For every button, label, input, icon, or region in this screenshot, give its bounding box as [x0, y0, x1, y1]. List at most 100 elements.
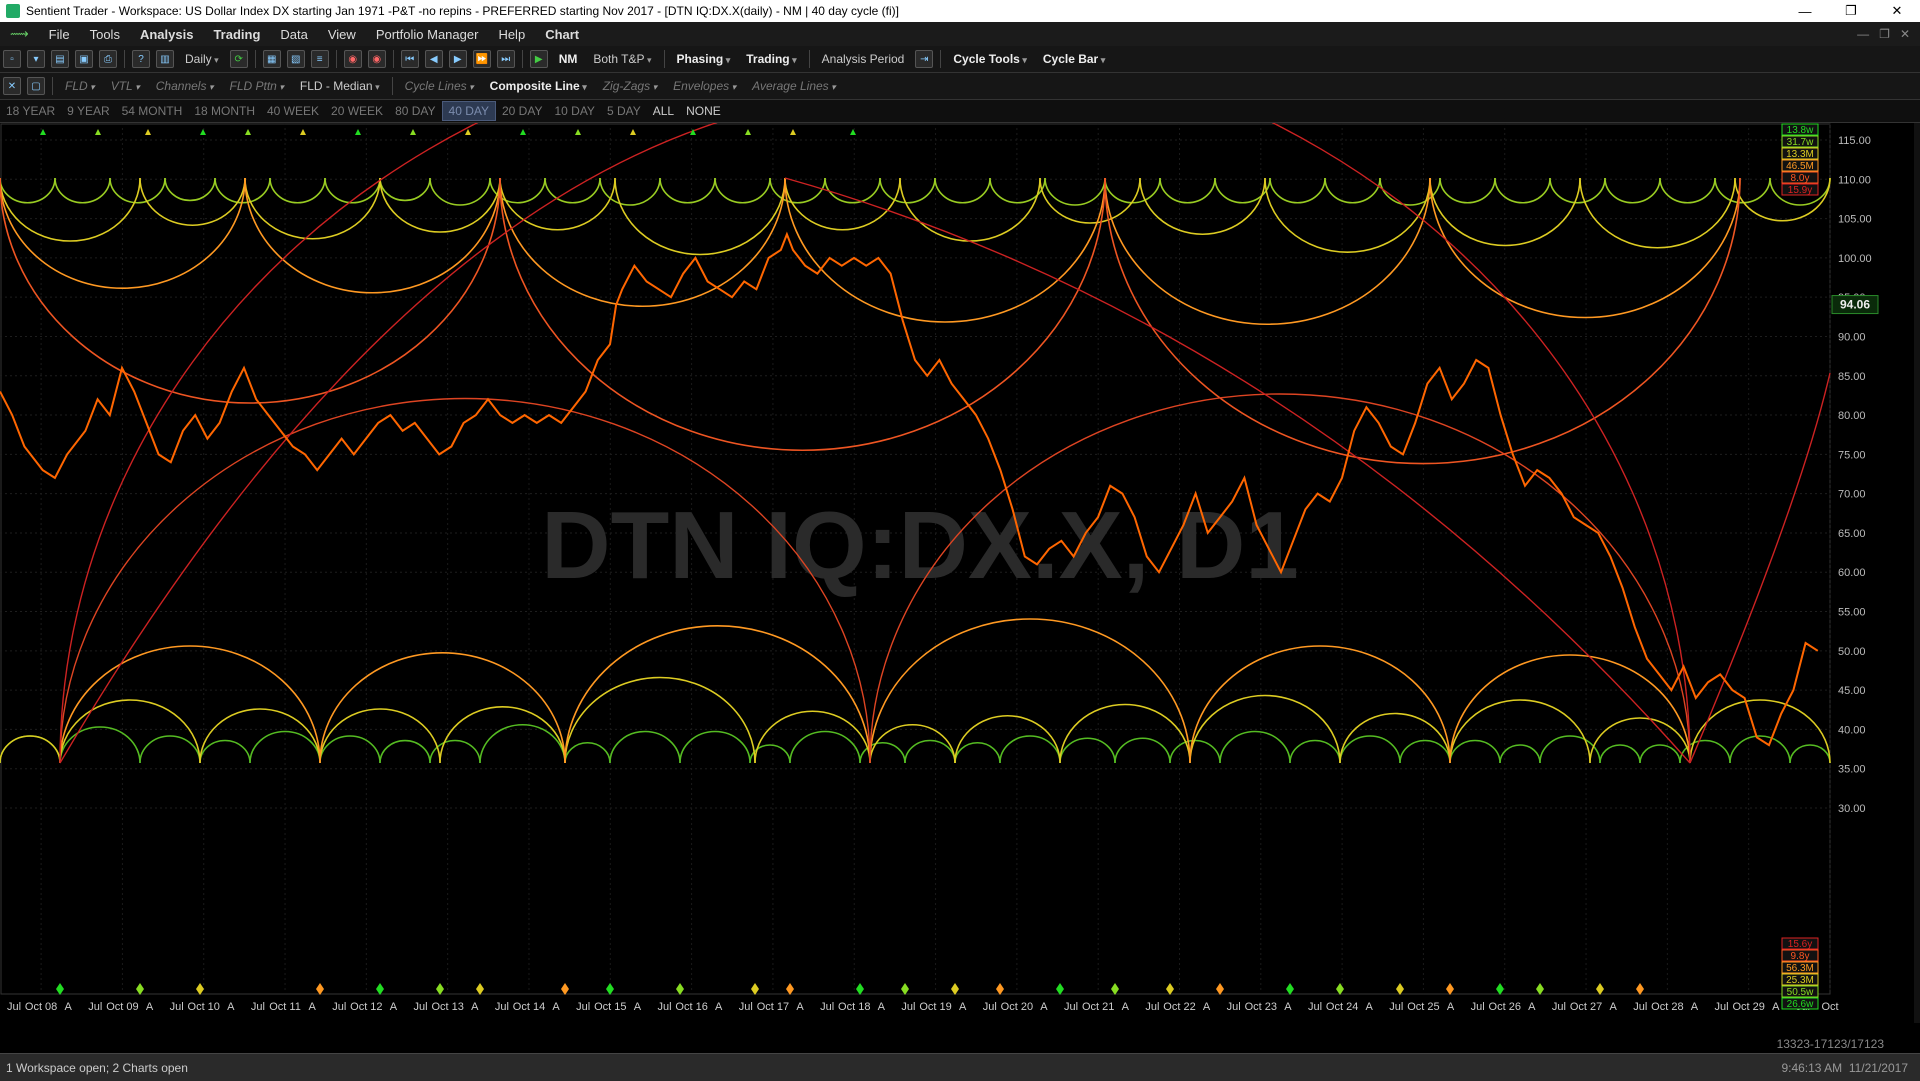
scroll-left-icon[interactable]: ◀	[424, 50, 443, 68]
x-tick-label: Oct 18	[838, 1001, 870, 1013]
trading-dropdown[interactable]: Trading	[738, 52, 804, 66]
new-icon[interactable]: ▫	[3, 50, 21, 68]
period-10-day[interactable]: 10 DAY	[548, 102, 600, 120]
zoom-in-icon[interactable]: ◉	[367, 50, 386, 68]
crosshair-icon[interactable]: ✕	[3, 77, 21, 95]
period-80-day[interactable]: 80 DAY	[389, 102, 441, 120]
x-tick-label: A	[1284, 1001, 1292, 1013]
cycle-bar-dropdown[interactable]: Cycle Bar	[1035, 52, 1113, 66]
y-tick-label: 55.00	[1838, 607, 1866, 619]
status-time: 9:46:13 AM	[1781, 1060, 1843, 1075]
status-date: 11/21/2017	[1848, 1060, 1908, 1075]
separator	[52, 77, 53, 95]
cycle-label-bottom: 25.3M	[1786, 975, 1814, 986]
period-20-day[interactable]: 20 DAY	[496, 102, 548, 120]
bar-chart-icon[interactable]: ▥	[156, 50, 174, 68]
open-folder-icon[interactable]: ▤	[51, 50, 69, 68]
chart-watermark: DTN IQ:DX.X, D1	[541, 492, 1298, 599]
x-tick-label: Oct 20	[1001, 1001, 1033, 1013]
analysis-period-icon[interactable]: ⇥	[915, 50, 934, 68]
cycle-lines-dropdown[interactable]: Cycle Lines	[397, 79, 482, 93]
cycle-label-top: 46.5M	[1786, 161, 1814, 172]
scroll-end-icon[interactable]: ⏭	[496, 50, 515, 68]
period-40-week[interactable]: 40 WEEK	[261, 102, 325, 120]
y-tick-label: 75.00	[1838, 449, 1866, 461]
refresh-icon[interactable]: ⟳	[229, 50, 248, 68]
scroll-start-icon[interactable]: ⏮	[400, 50, 419, 68]
fld-dropdown[interactable]: FLD	[57, 79, 103, 93]
period-18-month[interactable]: 18 MONTH	[188, 102, 261, 120]
x-tick-label: Jul	[1552, 1001, 1566, 1013]
list-icon[interactable]: ≡	[310, 50, 329, 68]
menu-app-icon[interactable]: ⟿	[0, 26, 39, 42]
period-40-day[interactable]: 40 DAY	[441, 101, 496, 121]
y-tick-label: 110.00	[1838, 174, 1871, 186]
separator	[392, 50, 394, 68]
fld-pttn-dropdown[interactable]: FLD Pttn	[221, 79, 291, 93]
average-lines-dropdown[interactable]: Average Lines	[744, 79, 844, 93]
layout-icon[interactable]: ▧	[286, 50, 305, 68]
menu-help[interactable]: Help	[488, 27, 535, 42]
grid-icon[interactable]: ▦	[262, 50, 281, 68]
x-tick-label: Oct 26	[1489, 1001, 1521, 1013]
period-54-month[interactable]: 54 MONTH	[116, 102, 189, 120]
menu-portfolio-manager[interactable]: Portfolio Manager	[366, 27, 489, 42]
mdi-close-button[interactable]: ✕	[1900, 27, 1910, 41]
x-tick-label: A	[1609, 1001, 1617, 1013]
close-button[interactable]: ✕	[1874, 0, 1920, 22]
vertical-scrollbar[interactable]	[1914, 123, 1920, 1023]
period-18-year[interactable]: 18 YEAR	[0, 102, 61, 120]
x-tick-label: Oct	[1821, 1001, 1838, 1013]
zoom-out-icon[interactable]: ◉	[343, 50, 362, 68]
composite-line-dropdown[interactable]: Composite Line	[482, 79, 595, 93]
menu-chart[interactable]: Chart	[535, 27, 589, 42]
save-icon[interactable]: ▣	[75, 50, 93, 68]
x-tick-label: Jul	[739, 1001, 753, 1013]
indicator-toolbar: ✕ ▢ FLD VTL Channels FLD Pttn FLD - Medi…	[0, 73, 1920, 100]
y-tick-label: 100.00	[1838, 253, 1872, 265]
mdi-restore-button[interactable]: ❐	[1879, 27, 1890, 41]
menu-tools[interactable]: Tools	[80, 27, 130, 42]
x-tick-label: Oct 28	[1651, 1001, 1683, 1013]
channels-dropdown[interactable]: Channels	[148, 79, 222, 93]
period-all[interactable]: ALL	[647, 102, 680, 120]
print-icon[interactable]: ⎙	[99, 50, 117, 68]
period-9-year[interactable]: 9 YEAR	[61, 102, 115, 120]
menu-file[interactable]: File	[39, 27, 80, 42]
envelopes-dropdown[interactable]: Envelopes	[665, 79, 744, 93]
menu-view[interactable]: View	[318, 27, 366, 42]
period-20-week[interactable]: 20 WEEK	[325, 102, 389, 120]
vtl-dropdown[interactable]: VTL	[103, 79, 148, 93]
box-icon[interactable]: ▢	[27, 77, 45, 95]
y-tick-label: 35.00	[1838, 764, 1866, 776]
phasing-dropdown[interactable]: Phasing	[669, 52, 739, 66]
menu-trading[interactable]: Trading	[203, 27, 270, 42]
help-icon[interactable]: ?	[132, 50, 150, 68]
menu-data[interactable]: Data	[270, 27, 317, 42]
y-tick-label: 70.00	[1838, 489, 1866, 501]
bar-counter: 13323-17123/17123	[1776, 1037, 1884, 1051]
zig-zags-dropdown[interactable]: Zig-Zags	[595, 79, 665, 93]
scroll-right-fast-icon[interactable]: ⏩	[472, 50, 491, 68]
nm-toggle[interactable]: NM	[551, 52, 586, 66]
play-icon[interactable]: ▶	[529, 50, 548, 68]
period-5-day[interactable]: 5 DAY	[601, 102, 647, 120]
new-dropdown-icon[interactable]: ▾	[27, 50, 45, 68]
y-tick-label: 45.00	[1838, 685, 1866, 697]
maximize-button[interactable]: ❐	[1828, 0, 1874, 22]
cycle-chart[interactable]: 115.00110.00105.00100.0095.0090.0085.008…	[0, 123, 1920, 1023]
menu-analysis[interactable]: Analysis	[130, 27, 203, 42]
x-tick-label: Jul	[1633, 1001, 1647, 1013]
cycle-tools-dropdown[interactable]: Cycle Tools	[945, 52, 1035, 66]
scroll-right-icon[interactable]: ▶	[448, 50, 467, 68]
mdi-minimize-button[interactable]: —	[1857, 27, 1869, 41]
analysis-period-button[interactable]: Analysis Period	[814, 52, 913, 66]
period-none[interactable]: NONE	[680, 102, 727, 120]
both-tp-dropdown[interactable]: Both T&P	[585, 52, 659, 66]
cycle-label-bottom: 26.6w	[1787, 999, 1814, 1010]
interval-dropdown[interactable]: Daily	[177, 52, 227, 66]
fld-median-dropdown[interactable]: FLD - Median	[292, 79, 388, 93]
x-tick-label: Jul	[1471, 1001, 1485, 1013]
x-tick-label: Jul	[251, 1001, 265, 1013]
minimize-button[interactable]: —	[1782, 0, 1828, 22]
